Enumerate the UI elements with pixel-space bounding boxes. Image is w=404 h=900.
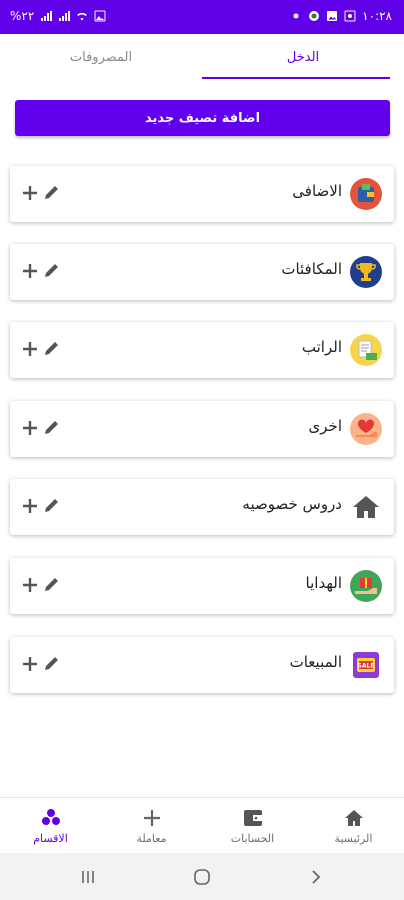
svg-text:SALE: SALE xyxy=(358,663,375,670)
nav-accounts-label: الحسابات xyxy=(230,832,275,845)
gallery-icon xyxy=(327,11,338,21)
category-card[interactable]: الاضافى xyxy=(10,166,394,222)
app-notification-icon xyxy=(309,11,320,21)
category-card[interactable]: اخرى xyxy=(10,401,394,457)
tab-expenses[interactable]: المصروفات xyxy=(0,34,202,80)
sale-tag-icon: SALE xyxy=(353,652,379,678)
nav-transaction-label: معاملة xyxy=(136,832,167,845)
plus-icon[interactable] xyxy=(20,496,40,516)
gift-icon xyxy=(350,570,382,602)
nav-categories[interactable]: الاقسام xyxy=(0,798,101,854)
category-label: دروس خصوصيه xyxy=(242,495,342,513)
recent-apps-icon[interactable] xyxy=(78,867,98,887)
pencil-icon[interactable] xyxy=(42,338,62,358)
photo-icon xyxy=(344,10,356,22)
back-icon[interactable] xyxy=(305,867,325,887)
home-icon xyxy=(345,810,363,826)
battery-percent: %۲۲ xyxy=(10,9,35,23)
signal-icon xyxy=(59,11,71,21)
plus-icon[interactable] xyxy=(20,654,40,674)
category-label: المبيعات xyxy=(289,653,342,671)
plus-icon[interactable] xyxy=(20,418,40,438)
category-card[interactable]: الراتب xyxy=(10,322,394,378)
nav-accounts[interactable]: الحسابات xyxy=(202,798,303,854)
nav-transaction[interactable]: معاملة xyxy=(101,798,202,854)
category-card[interactable]: الهدايا xyxy=(10,558,394,614)
categories-icon xyxy=(42,809,60,825)
category-label: الراتب xyxy=(301,338,342,356)
category-label: الهدايا xyxy=(305,574,342,592)
system-navigation-bar xyxy=(0,853,404,900)
pencil-icon[interactable] xyxy=(42,260,62,280)
plus-icon xyxy=(144,810,160,826)
salary-icon xyxy=(350,334,382,366)
nav-home[interactable]: الرئيسية xyxy=(303,798,404,854)
home-button-icon[interactable] xyxy=(192,867,212,887)
dot-icon xyxy=(293,13,299,19)
trophy-icon xyxy=(350,256,382,288)
pencil-icon[interactable] xyxy=(42,495,62,515)
home-icon xyxy=(353,496,379,518)
tab-income[interactable]: الدخل xyxy=(202,34,404,80)
status-right: ١٠:٢٨ xyxy=(290,9,392,23)
plus-icon[interactable] xyxy=(20,183,40,203)
wallet-icon xyxy=(350,178,382,210)
bottom-navigation: الاقسام معاملة الحسابات الرئيسية xyxy=(0,797,404,854)
category-card[interactable]: المبيعات SALE xyxy=(10,637,394,693)
pencil-icon[interactable] xyxy=(42,653,62,673)
clock: ١٠:٢٨ xyxy=(362,9,392,23)
category-label: المكافئات xyxy=(281,260,342,278)
pencil-icon[interactable] xyxy=(42,417,62,437)
tab-indicator xyxy=(202,77,390,79)
pencil-icon[interactable] xyxy=(42,182,62,202)
nav-categories-label: الاقسام xyxy=(33,832,68,845)
wifi-icon xyxy=(77,12,88,21)
signal-icon xyxy=(41,11,53,21)
tab-bar: المصروفات الدخل xyxy=(0,34,404,80)
category-label: اخرى xyxy=(308,417,342,435)
status-bar: %۲۲ ١٠:٢٨ xyxy=(0,0,404,34)
plus-icon[interactable] xyxy=(20,339,40,359)
plus-icon[interactable] xyxy=(20,261,40,281)
heart-hand-icon xyxy=(350,413,382,445)
plus-icon[interactable] xyxy=(20,575,40,595)
status-left: %۲۲ xyxy=(10,9,106,23)
nav-home-label: الرئيسية xyxy=(334,832,373,845)
wallet-icon xyxy=(244,810,262,826)
category-card[interactable]: دروس خصوصيه xyxy=(10,479,394,535)
add-category-button[interactable]: اضافة تصيف جديد xyxy=(15,100,390,136)
photo-icon xyxy=(94,10,106,22)
category-card[interactable]: المكافئات xyxy=(10,244,394,300)
category-label: الاضافى xyxy=(292,182,342,200)
pencil-icon[interactable] xyxy=(42,574,62,594)
